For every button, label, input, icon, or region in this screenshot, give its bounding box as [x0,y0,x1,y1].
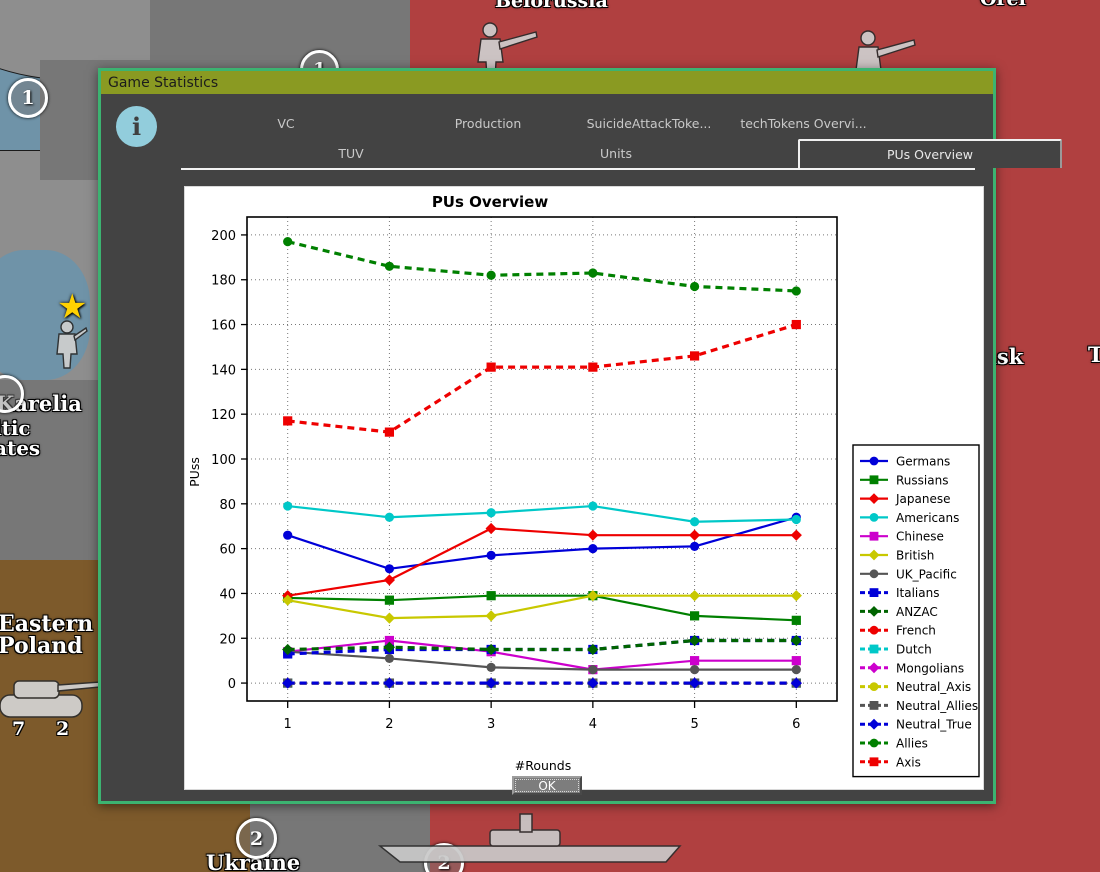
dialog-title: Game Statistics [108,74,219,91]
legend-label: Neutral_Axis [896,680,971,694]
tab-tuv[interactable]: TUV [301,140,401,168]
legend-label: Italians [896,586,939,600]
legend-label: Allies [896,737,928,751]
infantry-unit-icon [56,320,88,369]
tab-production[interactable]: Production [413,110,563,138]
legend-label: UK_Pacific [896,567,957,581]
legend-label: Chinese [896,530,944,544]
ok-button[interactable]: OK [512,776,582,795]
territory-label-tula: T [1088,342,1100,367]
dialog-titlebar: Game Statistics [101,71,993,94]
info-icon: i [116,106,157,147]
chart-ylabel: PUss [187,457,202,487]
tab-tech-tokens-overview[interactable]: techTokens Overvi... [721,110,886,138]
svg-text:180: 180 [211,274,236,289]
legend-label: Neutral_Allies [896,699,978,713]
svg-text:120: 120 [211,408,236,423]
territory-label-baltic-states: ltic ates [0,416,41,461]
legend-label: Dutch [896,643,932,657]
battleship-unit-icon [377,813,682,863]
svg-text:2: 2 [385,717,393,732]
svg-text:6: 6 [792,717,800,732]
territory-label-belorussia: Belorussia [495,0,608,12]
svg-text:5: 5 [690,717,698,732]
svg-text:160: 160 [211,319,236,334]
legend-label: Germans [896,455,950,469]
legend-label: Americans [896,511,959,525]
chart-title: PUs Overview [432,193,549,211]
tab-vc[interactable]: VC [241,110,331,138]
tab-pus-overview[interactable]: PUs Overview [798,139,1062,168]
svg-text:60: 60 [219,543,236,558]
pus-overview-chart: PUs Overview #Rounds PUss 02040608010012… [185,187,983,789]
territory-label-orel: Orel [980,0,1026,9]
legend-label: Axis [896,755,921,769]
legend-label: French [896,624,936,638]
game-statistics-dialog: Game Statistics i VC Production SuicideA… [98,68,1062,804]
svg-text:1: 1 [284,717,292,732]
tab-suicide-attack-tokens[interactable]: SuicideAttackToke... [569,110,729,138]
svg-text:3: 3 [487,717,495,732]
legend-label: ANZAC [896,605,938,619]
legend-label: Mongolians [896,661,964,675]
tab-row-1: VC Production SuicideAttackToke... techT… [181,110,975,140]
svg-text:4: 4 [589,717,597,732]
svg-text:20: 20 [219,632,236,647]
svg-text:0: 0 [228,677,236,692]
tab-bar: VC Production SuicideAttackToke... techT… [181,102,1062,172]
territory-roundel-1: 1 [8,78,48,118]
chart-panel: PUs Overview #Rounds PUss 0 20 40 60 80 100 12… [184,186,984,790]
tab-units[interactable]: Units [561,140,671,168]
svg-text:100: 100 [211,453,236,468]
tab-underline [181,168,975,170]
chart-legend: Germans Russians Japanese Americans Chinese B… [852,444,980,778]
tab-row-2: TUV Units PUs Overview [181,139,1062,170]
territory-label-eastern-poland: Eastern Poland [0,611,94,660]
svg-text:80: 80 [219,498,236,513]
legend-label: Russians [896,473,948,487]
legend-label: Japanese [895,492,951,506]
svg-text:200: 200 [211,229,236,244]
svg-text:140: 140 [211,363,236,378]
territory-roundel-3: 2 [236,818,277,859]
dialog-button-bar: OK [101,775,993,795]
chart-xlabel: #Rounds [515,758,572,773]
svg-text:40: 40 [219,587,236,602]
dialog-body: i VC Production SuicideAttackToke... tec… [101,94,1062,801]
legend-label: Neutral_True [896,718,972,732]
legend-label: British [896,549,934,563]
